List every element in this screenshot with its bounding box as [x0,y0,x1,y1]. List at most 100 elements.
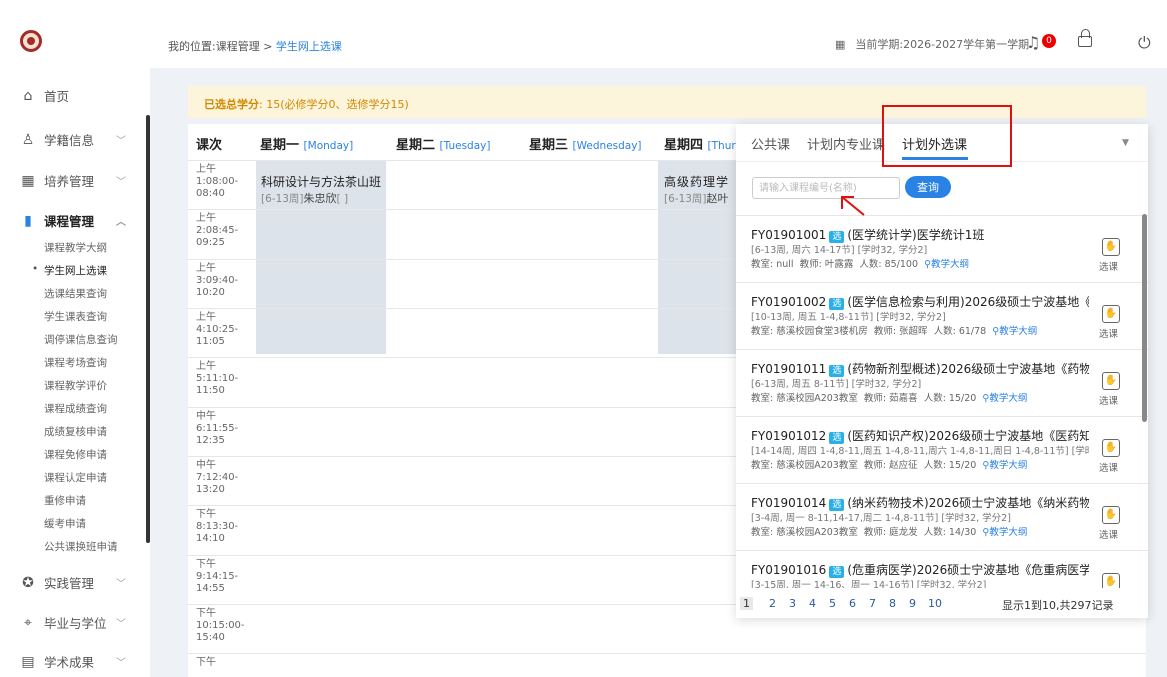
subnav-deferred-exam[interactable]: 缓考申请 [44,516,86,531]
course-teacher: 朱忠欣 [303,192,337,205]
tab-public-course[interactable]: 公共课 [751,134,790,153]
subnav-grades[interactable]: 课程成绩查询 [44,401,107,416]
day-cn: 星期二 [396,138,436,153]
select-course-icon[interactable]: ✋ [1102,506,1120,524]
day-cn: 星期四 [664,138,704,153]
star-icon: ✪ [22,574,34,591]
caret-down-icon[interactable]: ▼ [1122,138,1129,148]
select-course-label[interactable]: 选课 [1099,326,1118,340]
syllabus-link[interactable]: ⚲教学大纲 [982,527,1027,538]
breadcrumb-current[interactable]: 学生网上选课 [276,40,342,53]
course-list-item[interactable]: FY01901002选(医学信息检索与利用)2026级硕士宁波基地《医学信息检索… [736,283,1148,350]
page-link[interactable]: 6 [849,597,856,610]
page-link[interactable]: 1 [740,597,753,610]
course-count: 人数: 85/100 [859,259,919,270]
period-5: 上午 5:11:10- 11:50 [196,361,239,396]
select-course-label[interactable]: 选课 [1099,460,1118,474]
course-title: (医学信息检索与利用)2026级硕士宁波基地《医学信息检索与利用》 [847,295,1089,309]
course-info: 教室: 慈溪校园食堂3楼机房 教师: 张超晖 人数: 61/78 ⚲教学大纲 [751,323,1037,337]
nav-training[interactable]: ▦ 培养管理 ﹀ [0,171,150,190]
course-title: (纳米药物技术)2026硕士宁波基地《纳米药物技术》 [847,496,1089,510]
row-divider [188,653,1146,654]
subnav-timetable[interactable]: 学生课表查询 [44,309,107,324]
course-list-item[interactable]: FY01901014选(纳米药物技术)2026硕士宁波基地《纳米药物技术》 [3… [736,484,1148,551]
page-link[interactable]: 5 [829,597,836,610]
select-course-icon[interactable]: ✋ [1102,372,1120,390]
syllabus-link[interactable]: ⚲教学大纲 [992,326,1037,337]
syllabus-link-label: 教学大纲 [931,259,970,270]
tab-planned-major[interactable]: 计划内专业课 [807,134,885,153]
nav-home[interactable]: ⌂ 首页 [0,86,150,105]
select-course-icon[interactable]: ✋ [1102,439,1120,457]
subnav-exam-room[interactable]: 课程考场查询 [44,355,107,370]
nav-label: 学术成果 [44,655,95,670]
nav-student-status[interactable]: ♙ 学籍信息 ﹀ [0,130,150,149]
thursday-course-name[interactable]: 高级药理学 [664,173,729,190]
course-code: FY01901012 [751,429,827,443]
syllabus-link[interactable]: ⚲教学大纲 [924,259,969,270]
lock-icon[interactable] [1078,29,1092,47]
course-count: 人数: 61/78 [933,326,987,337]
course-info: 教室: null 教师: 叶露露 人数: 85/100 ⚲教学大纲 [751,256,969,270]
course-title-line: FY01901001 选 (医学统计学)医学统计1班 [751,226,1089,243]
select-course-icon[interactable]: ✋ [1102,573,1120,588]
nav-course-management[interactable]: ▮ 课程管理 ︿ [0,211,150,230]
select-course-label[interactable]: 选课 [1099,259,1118,273]
period-1: 上午 1:08:00- 08:40 [196,164,239,199]
page-link[interactable]: 4 [809,597,816,610]
day-en: [Tuesday] [439,140,491,152]
subnav-syllabus[interactable]: 课程教学大纲 [44,240,107,255]
chevron-down-icon: ﹀ [116,136,126,147]
syllabus-link-label: 教学大纲 [999,326,1038,337]
course-detail: [14-14周, 周四 1-4,8-11,周五 1-4,8-11,周六 1-4,… [751,446,1089,457]
subnav-grade-review[interactable]: 成绩复核申请 [44,424,107,439]
course-list-item[interactable]: FY01901011选(药物新剂型概述)2026级硕士宁波基地《药物新剂型概述》… [736,350,1148,417]
page-link[interactable]: 10 [928,597,942,610]
select-course-label[interactable]: 选课 [1099,393,1118,407]
search-button[interactable]: 查询 [905,176,951,198]
syllabus-link[interactable]: ⚲教学大纲 [982,393,1027,404]
period-11: 下午 [196,657,216,668]
syllabus-link[interactable]: ⚲教学大纲 [982,460,1027,471]
page-link[interactable]: 7 [869,597,876,610]
subnav-class-change[interactable]: 公共课换班申请 [44,539,118,554]
course-list-item[interactable]: FY01901001 选 (医学统计学)医学统计1班 [6-13周, 周六 14-1… [736,216,1148,283]
select-course-icon[interactable]: ✋ [1102,305,1120,323]
course-title: (医药知识产权)2026级硕士宁波基地《医药知识产权》 [847,429,1089,443]
select-course-icon[interactable]: ✋ [1102,238,1120,256]
period-2: 上午 2:08:45- 09:25 [196,213,239,248]
subnav-recognition[interactable]: 课程认定申请 [44,470,107,485]
page-link[interactable]: 8 [889,597,896,610]
subnav-selection-result[interactable]: 选课结果查询 [44,286,107,301]
page-link[interactable]: 3 [789,597,796,610]
page-link[interactable]: 2 [769,597,776,610]
nav-graduation[interactable]: ⌖ 毕业与学位 ﹀ [0,613,150,632]
course-search-input[interactable] [752,177,900,199]
course-list-item[interactable]: FY01901016 选 (危重病医学)2026硕士宁波基地《危重病医学》 [3-1… [736,551,1148,588]
day-cn: 星期一 [260,138,300,153]
course-detail: [6-13周, 周六 14-17节] [学时32, 学分2] [751,245,928,256]
col-thursday-header: 星期四 [Thur [664,124,736,160]
course-code: FY01901002 [751,295,827,309]
subnav-evaluation[interactable]: 课程教学评价 [44,378,107,393]
university-logo [20,30,42,52]
subnav-online-selection[interactable]: 学生网上选课 [32,263,107,278]
nav-achievements[interactable]: ▤ 学术成果 ﹀ [0,652,150,671]
bell-icon[interactable]: ♫ [1026,33,1040,52]
list-scrollbar[interactable] [1142,214,1147,422]
arrow-annotation-icon [841,196,865,216]
monday-course-name[interactable]: 科研设计与方法茶山班 [261,173,381,190]
subnav-retake[interactable]: 重修申请 [44,493,86,508]
nav-label: 实践管理 [44,576,95,591]
select-course-label[interactable]: 选课 [1099,527,1118,541]
page-link[interactable]: 9 [909,597,916,610]
subnav-reschedule[interactable]: 调停课信息查询 [44,332,118,347]
record-total: 显示1到10,共297记录 [1002,599,1114,612]
top-bar: 我的位置:课程管理 > 学生网上选课 ▦ 当前学期:2026-2027学年第一学期… [150,0,1167,68]
power-icon[interactable]: ⏻ [1138,33,1151,53]
subnav-exemption[interactable]: 课程免修申请 [44,447,107,462]
nav-practice[interactable]: ✪ 实践管理 ﹀ [0,573,150,592]
course-list-item[interactable]: FY01901012选(医药知识产权)2026级硕士宁波基地《医药知识产权》 [… [736,417,1148,484]
period-10: 下午 10:15:00- 15:40 [196,608,245,643]
day-en: [Thur [707,140,736,152]
